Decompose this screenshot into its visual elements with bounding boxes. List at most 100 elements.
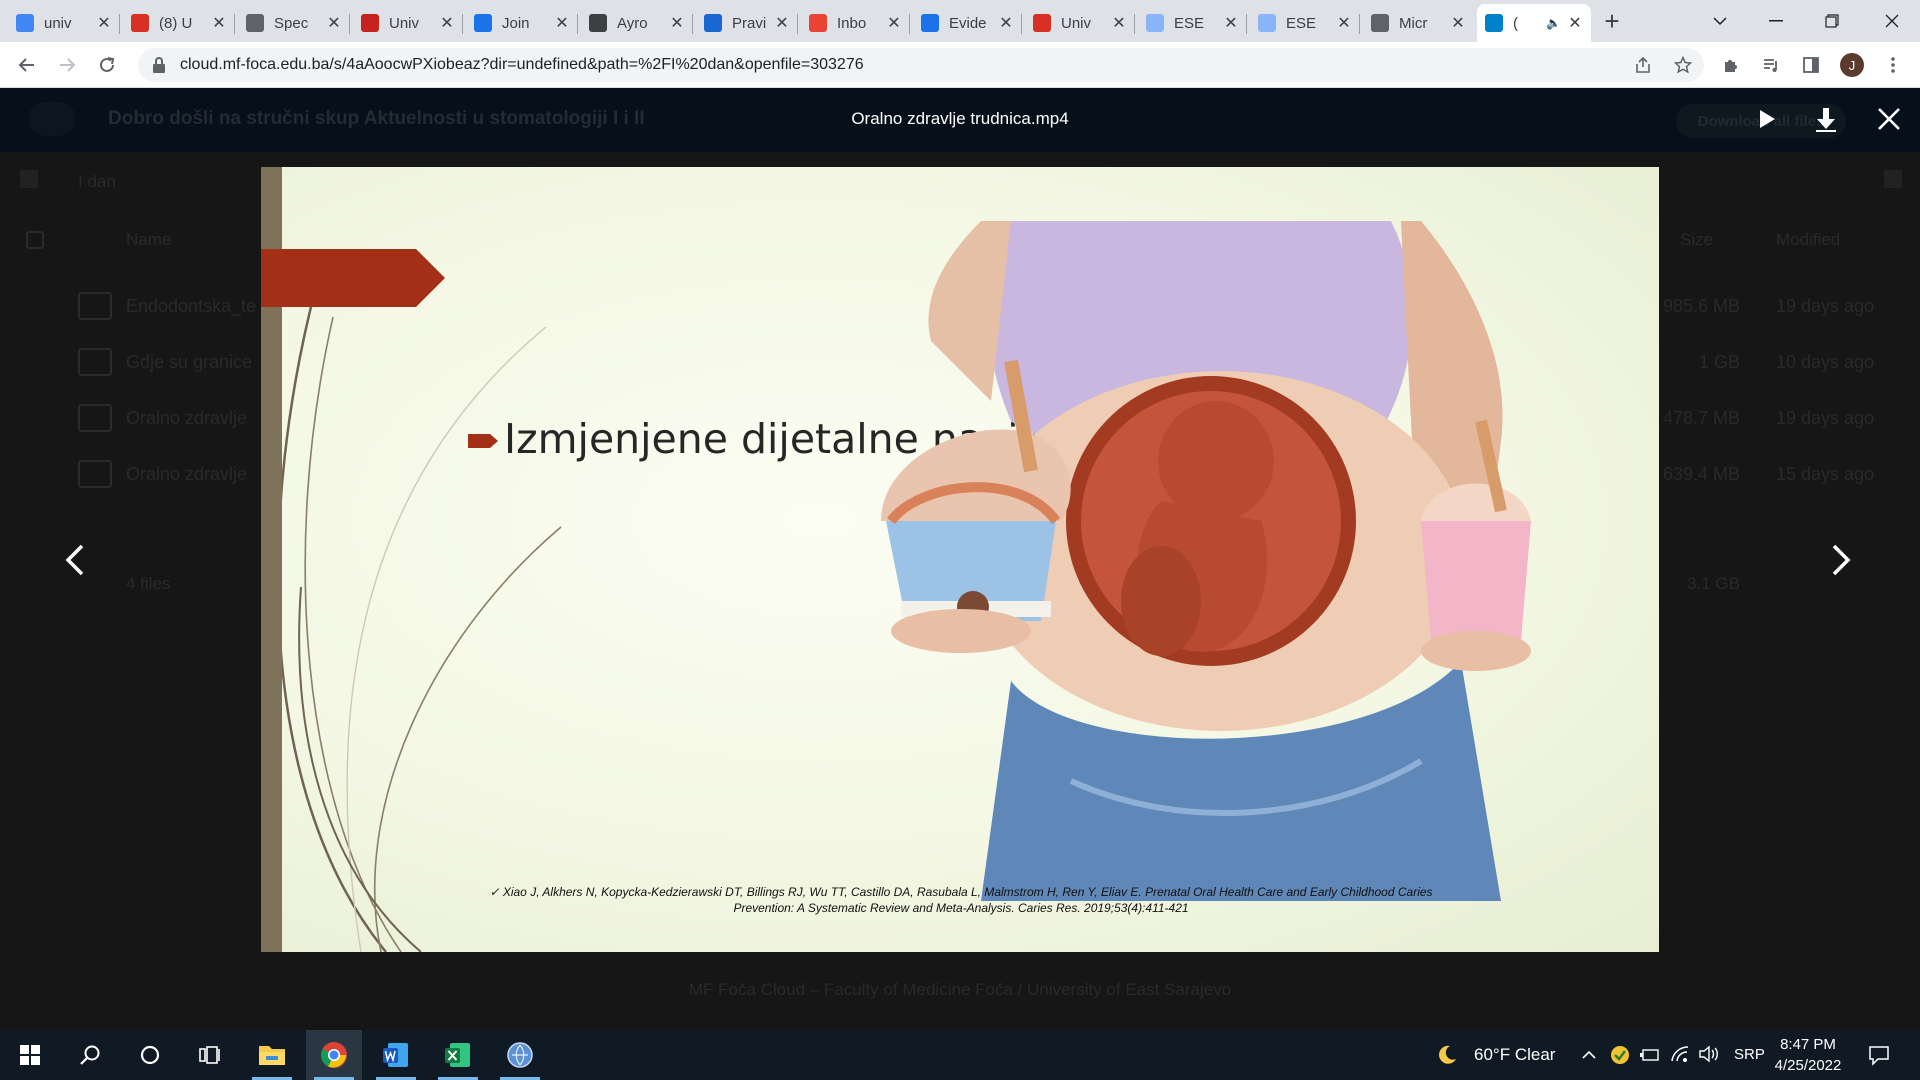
tab-close-icon[interactable]: ✕ xyxy=(1567,13,1583,33)
video-frame-slide[interactable]: Izmjenjene dijetalne navike ✓ Xiao J, Al… xyxy=(261,167,1659,952)
chrome-taskbar-button[interactable] xyxy=(306,1030,362,1080)
notifications-icon[interactable] xyxy=(1868,1044,1890,1066)
shield-crest-icon xyxy=(361,14,379,32)
bookmark-star-icon[interactable] xyxy=(1668,50,1698,80)
reload-button[interactable] xyxy=(92,50,122,80)
moon-weather-icon[interactable] xyxy=(1436,1044,1458,1066)
wordpress-icon xyxy=(589,14,607,32)
tab-search-chevron-icon[interactable] xyxy=(1692,0,1748,42)
select-all-checkbox[interactable] xyxy=(26,231,44,249)
url-text: cloud.mf-foca.edu.ba/s/4aAoocwPXiobeaz?d… xyxy=(180,56,864,73)
file-name[interactable]: Oralno zdravlje xyxy=(126,464,247,485)
file-modified: 15 days ago xyxy=(1776,464,1875,484)
share-icon[interactable] xyxy=(1628,50,1658,80)
tab-close-icon[interactable]: ✕ xyxy=(211,13,227,33)
tab-strip: univ ✕ (8) U ✕ Spec ✕ Univ ✕ Join ✕ Ayro ✕ Pravi ✕ Inb… xyxy=(0,0,1920,42)
column-size[interactable]: Size xyxy=(1680,230,1713,250)
gmail-icon xyxy=(809,14,827,32)
more-menu-icon[interactable] xyxy=(1878,50,1908,80)
video-file-icon xyxy=(78,348,112,376)
next-arrow-icon[interactable] xyxy=(1826,542,1856,578)
browser-tab[interactable]: Join ✕ xyxy=(466,4,578,42)
file-explorer-taskbar-button[interactable] xyxy=(244,1030,300,1080)
reload-icon xyxy=(100,57,115,72)
wifi-icon[interactable] xyxy=(1670,1045,1690,1063)
battery-icon[interactable] xyxy=(1640,1047,1660,1063)
minimize-button[interactable] xyxy=(1748,0,1804,42)
tab-close-icon[interactable]: ✕ xyxy=(554,13,570,33)
task-view-button[interactable] xyxy=(182,1030,238,1080)
system-clock[interactable]: 8:47 PM 4/25/2022 xyxy=(1752,1034,1864,1076)
tab-close-icon[interactable]: ✕ xyxy=(774,13,790,33)
tab-close-icon[interactable]: ✕ xyxy=(998,13,1014,33)
tab-separator xyxy=(909,14,910,34)
browser-tab[interactable]: (8) U ✕ xyxy=(123,4,235,42)
file-name[interactable]: Endodontska_te xyxy=(126,296,256,317)
browser-tab[interactable]: Univ ✕ xyxy=(1025,4,1135,42)
side-panel-icon[interactable] xyxy=(1796,50,1826,80)
browser-tab[interactable]: ESE ✕ xyxy=(1250,4,1360,42)
tab-audio-icon[interactable]: 🔈 xyxy=(1546,16,1561,30)
browser-tab[interactable]: ESE ✕ xyxy=(1138,4,1247,42)
forward-button[interactable] xyxy=(52,50,82,80)
tab-close-icon[interactable]: ✕ xyxy=(326,13,342,33)
tab-close-icon[interactable]: ✕ xyxy=(669,13,685,33)
tab-close-icon[interactable]: ✕ xyxy=(1450,13,1466,33)
extensions-puzzle-icon[interactable] xyxy=(1716,50,1746,80)
browser-tab[interactable]: (🔈 ✕ xyxy=(1477,4,1591,42)
tab-close-icon[interactable]: ✕ xyxy=(886,13,902,33)
cortana-circle-icon xyxy=(140,1045,160,1065)
volume-icon[interactable] xyxy=(1698,1045,1720,1063)
previous-arrow-icon[interactable] xyxy=(60,542,90,578)
grid-view-icon[interactable] xyxy=(1884,170,1902,188)
excel-taskbar-button[interactable] xyxy=(430,1030,486,1080)
tab-separator xyxy=(577,14,578,34)
file-modified: 19 days ago xyxy=(1776,408,1875,428)
start-button[interactable] xyxy=(2,1030,58,1080)
address-bar[interactable]: cloud.mf-foca.edu.ba/s/4aAoocwPXiobeaz?d… xyxy=(138,48,1704,82)
new-tab-button[interactable]: + xyxy=(1598,7,1626,35)
breadcrumb[interactable]: I dan xyxy=(78,172,116,192)
browser-tab[interactable]: Pravi ✕ xyxy=(696,4,798,42)
column-name[interactable]: Name xyxy=(126,230,171,250)
browser-tab[interactable]: Evide ✕ xyxy=(913,4,1022,42)
home-icon[interactable] xyxy=(20,170,38,188)
media-control-icon[interactable] xyxy=(1756,50,1786,80)
column-modified[interactable]: Modified xyxy=(1776,230,1840,250)
play-slideshow-icon[interactable] xyxy=(1756,108,1778,130)
tab-title: Univ xyxy=(389,14,420,32)
tab-close-icon[interactable]: ✕ xyxy=(1223,13,1239,33)
profile-avatar[interactable]: J xyxy=(1840,53,1864,77)
tab-close-icon[interactable]: ✕ xyxy=(1111,13,1127,33)
browser-toolbar: cloud.mf-foca.edu.ba/s/4aAoocwPXiobeaz?d… xyxy=(0,42,1920,88)
tab-separator xyxy=(1021,14,1022,34)
tab-separator xyxy=(234,14,235,34)
app-taskbar-button[interactable] xyxy=(492,1030,548,1080)
close-window-button[interactable] xyxy=(1864,0,1920,42)
browser-tab[interactable]: Spec ✕ xyxy=(238,4,350,42)
files-count: 4 files xyxy=(126,574,171,593)
browser-tab[interactable]: Ayro ✕ xyxy=(581,4,693,42)
close-viewer-icon[interactable] xyxy=(1876,106,1902,132)
search-button[interactable] xyxy=(62,1030,118,1080)
restore-button[interactable] xyxy=(1804,0,1860,42)
tab-close-icon[interactable]: ✕ xyxy=(1336,13,1352,33)
file-name[interactable]: Oralno zdravlje xyxy=(126,408,247,429)
browser-tab[interactable]: univ ✕ xyxy=(8,4,120,42)
cortana-button[interactable] xyxy=(122,1030,178,1080)
weather-text[interactable]: 60°F Clear xyxy=(1474,1045,1555,1065)
tab-separator xyxy=(692,14,693,34)
tab-separator xyxy=(462,14,463,34)
browser-tab[interactable]: Inbo ✕ xyxy=(801,4,910,42)
back-button[interactable] xyxy=(12,50,42,80)
tab-close-icon[interactable]: ✕ xyxy=(439,13,455,33)
browser-tab[interactable]: Univ ✕ xyxy=(353,4,463,42)
security-shield-icon[interactable] xyxy=(1610,1045,1630,1065)
word-taskbar-button[interactable] xyxy=(368,1030,424,1080)
tab-close-icon[interactable]: ✕ xyxy=(96,13,112,33)
windows-taskbar: 60°F Clear SRP 8:47 PM 4/25/2022 xyxy=(0,1030,1920,1080)
browser-tab[interactable]: Micr ✕ xyxy=(1363,4,1474,42)
file-name[interactable]: Gdje su granice xyxy=(126,352,252,373)
download-icon[interactable] xyxy=(1812,106,1840,134)
chevron-up-icon[interactable] xyxy=(1582,1050,1596,1060)
